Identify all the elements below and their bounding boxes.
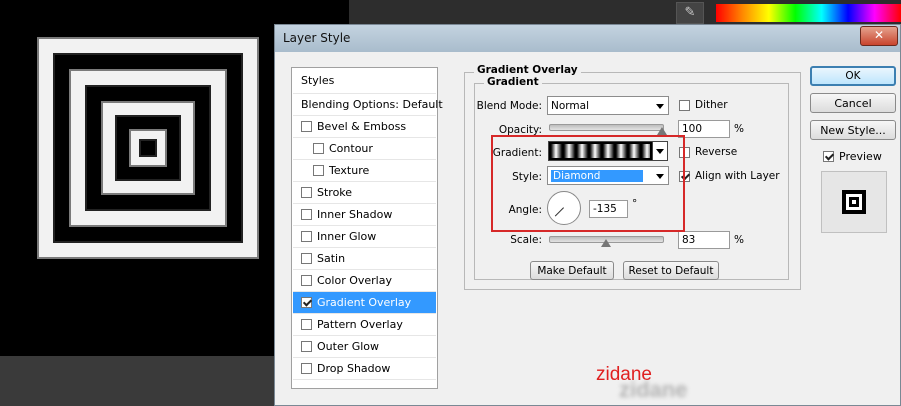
scale-value: 83: [682, 234, 696, 246]
dither-label: Dither: [695, 99, 728, 111]
style-item[interactable]: Gradient Overlay: [293, 292, 436, 314]
color-spectrum-bar[interactable]: [716, 4, 901, 22]
style-item-label: Bevel & Emboss: [317, 120, 407, 133]
blend-mode-label: Blend Mode:: [476, 100, 542, 112]
chevron-down-icon: [656, 103, 664, 109]
blend-mode-value: Normal: [551, 99, 589, 112]
style-item[interactable]: Inner Shadow: [293, 204, 436, 226]
canvas-lower-area: [0, 356, 280, 406]
style-checkbox[interactable]: [301, 363, 312, 374]
make-default-label: Make Default: [537, 264, 607, 277]
style-preview-thumbnail: [821, 171, 887, 233]
opacity-input[interactable]: 100: [678, 120, 730, 138]
style-item[interactable]: Inner Glow: [293, 226, 436, 248]
style-checkbox[interactable]: [313, 143, 324, 154]
dither-checkbox[interactable]: Dither: [679, 99, 728, 111]
style-item-label: Inner Glow: [317, 230, 377, 243]
preview-square-icon: [842, 190, 866, 214]
scale-label: Scale:: [510, 234, 542, 246]
ok-label: OK: [845, 70, 861, 82]
style-item[interactable]: Texture: [293, 160, 436, 182]
style-checkbox[interactable]: [301, 121, 312, 132]
reverse-checkbox[interactable]: Reverse: [679, 146, 737, 158]
new-style-label: New Style...: [820, 123, 886, 137]
annotation-highlight-box: [491, 135, 685, 232]
dither-check-box[interactable]: [679, 99, 690, 111]
scale-slider-thumb[interactable]: [600, 239, 611, 247]
opacity-slider-thumb[interactable]: [657, 127, 667, 135]
close-icon: ✕: [873, 28, 885, 42]
style-checkbox[interactable]: [301, 319, 312, 330]
style-item-label: Contour: [329, 142, 373, 155]
blend-mode-select[interactable]: Normal: [547, 96, 669, 115]
preview-checkbox[interactable]: Preview: [823, 150, 882, 163]
opacity-slider[interactable]: [549, 124, 664, 131]
style-checkbox[interactable]: [301, 297, 312, 308]
watermark-blur-text: zidane: [619, 377, 688, 402]
style-item[interactable]: Satin: [293, 248, 436, 270]
styles-header[interactable]: Styles: [293, 68, 436, 94]
style-item-label: Inner Shadow: [317, 208, 393, 221]
blending-options-item[interactable]: Blending Options: Default: [293, 94, 443, 116]
close-button[interactable]: ✕: [860, 26, 898, 46]
style-checkbox[interactable]: [301, 187, 312, 198]
brush-tool-icon[interactable]: ✎: [676, 2, 704, 24]
cancel-button[interactable]: Cancel: [810, 93, 896, 113]
reverse-label: Reverse: [695, 146, 738, 158]
style-checkbox[interactable]: [301, 275, 312, 286]
cancel-label: Cancel: [834, 96, 872, 110]
style-item-label: Outer Glow: [317, 340, 380, 353]
style-item-label: Stroke: [317, 186, 353, 199]
diamond-gradient-artwork: [37, 37, 259, 259]
dialog-titlebar[interactable]: Layer Style ✕: [275, 25, 900, 52]
dialog-title: Layer Style: [283, 31, 351, 45]
scale-input[interactable]: 83: [678, 231, 730, 249]
styles-list: Styles Blending Options: Default Bevel &…: [291, 67, 443, 389]
style-item-label: Pattern Overlay: [317, 318, 403, 331]
style-item[interactable]: Color Overlay: [293, 270, 436, 292]
style-checkbox[interactable]: [301, 253, 312, 264]
style-item-label: Gradient Overlay: [317, 296, 412, 309]
opacity-unit: %: [734, 123, 744, 135]
style-item[interactable]: Outer Glow: [293, 336, 436, 358]
style-item-label: Texture: [329, 164, 370, 177]
style-item[interactable]: Stroke: [293, 182, 436, 204]
ok-button[interactable]: OK: [810, 66, 896, 86]
style-item-label: Drop Shadow: [317, 362, 391, 375]
document-canvas[interactable]: [0, 0, 280, 356]
style-checkbox[interactable]: [301, 231, 312, 242]
style-item[interactable]: Bevel & Emboss: [293, 116, 436, 138]
style-checkbox[interactable]: [301, 209, 312, 220]
reset-default-label: Reset to Default: [628, 264, 714, 277]
make-default-button[interactable]: Make Default: [530, 261, 614, 280]
preview-check-box[interactable]: [823, 151, 834, 162]
new-style-button[interactable]: New Style...: [810, 120, 896, 140]
style-item-label: Color Overlay: [317, 274, 392, 287]
align-label: Align with Layer: [695, 170, 780, 182]
style-checkbox[interactable]: [301, 341, 312, 352]
scale-unit: %: [734, 234, 744, 246]
style-item[interactable]: Drop Shadow: [293, 358, 436, 380]
section-title: Gradient Overlay: [474, 64, 581, 76]
style-item-label: Satin: [317, 252, 346, 265]
opacity-value: 100: [682, 123, 703, 135]
blending-options-label: Blending Options: Default: [301, 98, 443, 111]
reset-default-button[interactable]: Reset to Default: [623, 261, 719, 280]
align-checkbox[interactable]: Align with Layer: [679, 170, 780, 182]
style-item[interactable]: Contour: [293, 138, 436, 160]
layer-style-dialog: Layer Style ✕ Styles Blending Options: D…: [274, 24, 901, 406]
style-item[interactable]: Pattern Overlay: [293, 314, 436, 336]
dialog-body: Styles Blending Options: Default Bevel &…: [275, 52, 900, 405]
gradient-group-title: Gradient: [484, 76, 542, 88]
style-checkbox[interactable]: [313, 165, 324, 176]
styles-header-label: Styles: [301, 74, 335, 87]
preview-label: Preview: [839, 150, 882, 163]
